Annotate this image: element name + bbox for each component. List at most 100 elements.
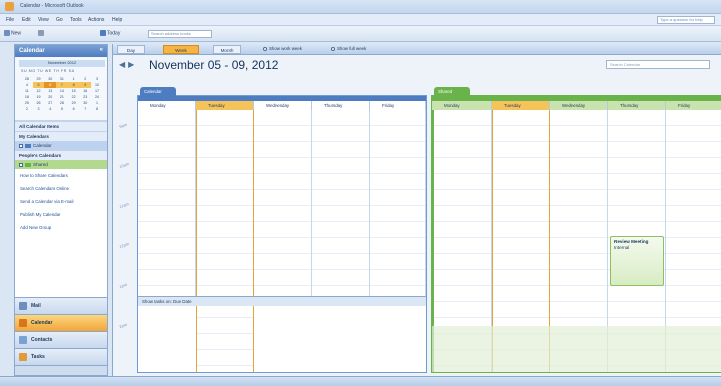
mail-icon bbox=[19, 302, 27, 310]
nav-button-tasks[interactable]: Tasks bbox=[15, 348, 107, 365]
nav-buttons: Mail Calendar Contacts Tasks bbox=[15, 297, 107, 375]
tab-day[interactable]: Day bbox=[117, 45, 145, 54]
time-label: 12pm bbox=[118, 241, 130, 250]
radio-dot bbox=[331, 46, 335, 51]
calendar-color-swatch bbox=[25, 143, 31, 148]
title-bar: Calendar - Microsoft Outlook bbox=[0, 0, 721, 14]
day-header[interactable]: Thursday bbox=[608, 101, 666, 110]
calendar-links: How to Share Calendars Search Calendars … bbox=[15, 169, 107, 242]
day-header-today[interactable]: Tuesday bbox=[196, 101, 254, 110]
calendar-panel-own: Calendar Monday Tuesday Wednesday Thursd… bbox=[137, 87, 427, 373]
chevron-left-icon[interactable]: « bbox=[100, 47, 103, 53]
day-column[interactable] bbox=[254, 110, 312, 296]
toolbar: New Today Search address books bbox=[0, 26, 721, 42]
day-header[interactable]: Wednesday bbox=[254, 101, 312, 110]
menu-file[interactable]: File bbox=[6, 17, 14, 23]
day-header[interactable]: Wednesday bbox=[550, 101, 608, 110]
menu-tools[interactable]: Tools bbox=[70, 17, 82, 23]
my-calendars-header[interactable]: My Calendars bbox=[15, 131, 107, 141]
calendar-event[interactable]: Review Meeting Internal bbox=[610, 236, 664, 286]
nav-button-mail[interactable]: Mail bbox=[15, 297, 107, 314]
tasks-bar[interactable]: Show tasks on: Due Date bbox=[138, 296, 426, 306]
day-header[interactable]: Thursday bbox=[312, 101, 370, 110]
menu-go[interactable]: Go bbox=[56, 17, 63, 23]
day-column[interactable] bbox=[312, 110, 370, 296]
calendar-list-item[interactable]: Calendar bbox=[15, 141, 107, 150]
mini-calendar-weekdays: SU MO TU WE TH FR SA bbox=[21, 69, 75, 73]
nav-button-contacts[interactable]: Contacts bbox=[15, 331, 107, 348]
outlook-icon bbox=[5, 2, 14, 11]
shared-calendar-item[interactable]: Shared bbox=[15, 160, 107, 169]
nav-footer bbox=[15, 365, 107, 375]
day-column[interactable] bbox=[370, 110, 426, 296]
radio-work-week[interactable]: Show work week bbox=[263, 46, 302, 51]
calendar-checkbox[interactable] bbox=[19, 143, 23, 148]
link-add-group[interactable]: Add New Group bbox=[20, 225, 102, 231]
mini-day[interactable]: 3 bbox=[33, 106, 45, 112]
date-bar: ◀▶ November 05 - 09, 2012 Search Calenda… bbox=[113, 55, 721, 75]
today-button[interactable]: Today bbox=[100, 30, 120, 38]
new-button[interactable]: New bbox=[4, 30, 21, 38]
mini-day[interactable]: 2 bbox=[21, 106, 33, 112]
panel-tab-shared[interactable]: Shared bbox=[434, 87, 470, 96]
mini-day[interactable]: 6 bbox=[68, 106, 80, 112]
tab-week[interactable]: Week bbox=[163, 45, 199, 54]
menu-view[interactable]: View bbox=[38, 17, 49, 23]
day-header[interactable]: Monday bbox=[138, 101, 196, 110]
print-button[interactable] bbox=[38, 30, 45, 38]
link-publish-calendar[interactable]: Publish My Calendar bbox=[20, 212, 102, 218]
mini-day[interactable]: 4 bbox=[44, 106, 56, 112]
mini-calendar-grid: 28 29 30 31 1 2 3 4 5 6 7 8 9 10 11 12 13 14 15 16 17 18 19… bbox=[21, 76, 103, 112]
date-nav-arrows[interactable]: ◀▶ bbox=[119, 60, 137, 69]
day-header[interactable]: Friday bbox=[370, 101, 426, 110]
calendar-icon bbox=[100, 30, 106, 36]
help-search-input[interactable]: Type a question for help bbox=[657, 16, 715, 24]
panel-tab-calendar[interactable]: Calendar bbox=[140, 87, 176, 96]
date-range-title: November 05 - 09, 2012 bbox=[149, 58, 279, 72]
printer-icon bbox=[38, 30, 44, 36]
navigation-pane: Calendar « November 2012 SU MO TU WE TH … bbox=[14, 44, 108, 376]
menu-edit[interactable]: Edit bbox=[22, 17, 31, 23]
link-share-calendars[interactable]: How to Share Calendars bbox=[20, 173, 102, 179]
calendar-icon bbox=[19, 319, 27, 327]
all-calendar-items[interactable]: All Calendar Items bbox=[15, 121, 107, 131]
time-label: 2pm bbox=[118, 321, 128, 330]
time-rail: 9am 10am 11am 12pm 1pm 2pm bbox=[117, 102, 137, 364]
radio-dot bbox=[263, 46, 267, 51]
mini-day[interactable]: 8 bbox=[91, 106, 103, 112]
time-label: 9am bbox=[118, 121, 128, 130]
status-bar bbox=[0, 376, 721, 386]
day-header[interactable]: Monday bbox=[432, 101, 492, 110]
view-bar: Day Week Month Show work week Show full … bbox=[113, 44, 721, 55]
new-icon bbox=[4, 30, 10, 36]
tab-month[interactable]: Month bbox=[213, 45, 241, 54]
menu-help[interactable]: Help bbox=[112, 17, 122, 23]
shared-color-swatch bbox=[25, 162, 31, 167]
link-send-calendar[interactable]: Send a Calendar via E-mail bbox=[20, 199, 102, 205]
mini-calendar: November 2012 SU MO TU WE TH FR SA 28 29 3… bbox=[15, 57, 107, 121]
day-column[interactable] bbox=[138, 110, 196, 296]
mini-calendar-month[interactable]: November 2012 bbox=[19, 60, 105, 67]
day-header[interactable]: Friday bbox=[666, 101, 721, 110]
contacts-icon bbox=[19, 336, 27, 344]
radio-full-week[interactable]: Show full week bbox=[331, 46, 366, 51]
menu-actions[interactable]: Actions bbox=[88, 17, 104, 23]
shared-calendars-header[interactable]: People's Calendars bbox=[15, 150, 107, 160]
mini-day[interactable]: 7 bbox=[79, 106, 91, 112]
event-subtitle: Internal bbox=[614, 245, 630, 250]
calendar-main: Day Week Month Show work week Show full … bbox=[112, 44, 721, 376]
tasks-icon bbox=[19, 353, 27, 361]
window-title: Calendar - Microsoft Outlook bbox=[20, 3, 84, 9]
link-search-calendars[interactable]: Search Calendars Online bbox=[20, 186, 102, 192]
calendar-panel-shared: Shared Monday Tuesday Wednesday Thursday… bbox=[431, 87, 721, 373]
mini-day[interactable]: 5 bbox=[56, 106, 68, 112]
day-column-today[interactable] bbox=[196, 110, 254, 372]
off-hours-shade bbox=[432, 326, 721, 372]
day-header-today[interactable]: Tuesday bbox=[492, 101, 550, 110]
nav-header: Calendar « bbox=[15, 45, 107, 57]
time-label: 11am bbox=[118, 201, 130, 210]
nav-button-calendar[interactable]: Calendar bbox=[15, 314, 107, 331]
address-search-input[interactable]: Search address books bbox=[148, 30, 212, 38]
shared-calendar-checkbox[interactable] bbox=[19, 162, 23, 167]
calendar-search-input[interactable]: Search Calendar bbox=[606, 60, 710, 69]
